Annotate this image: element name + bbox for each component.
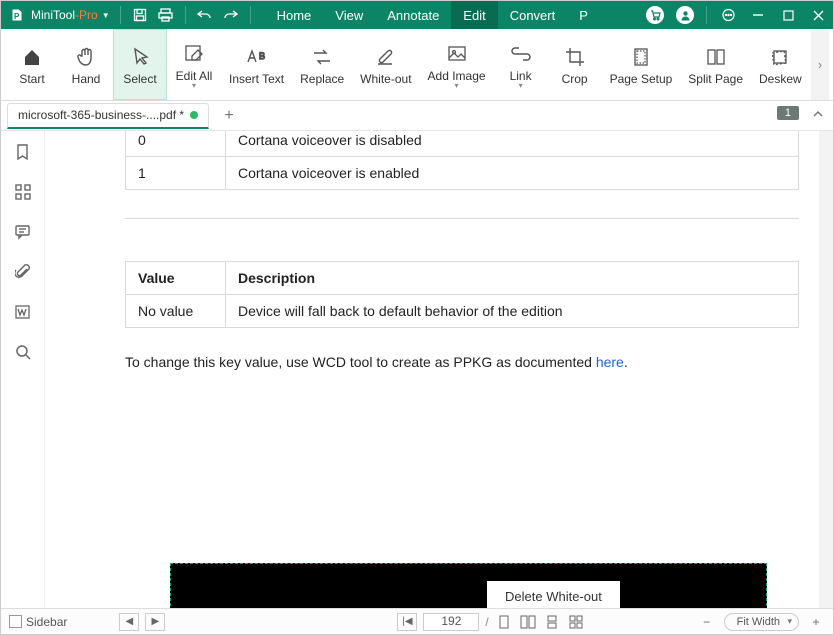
- tool-edit-all[interactable]: Edit All▾: [167, 29, 221, 100]
- here-link[interactable]: here: [596, 354, 624, 370]
- svg-text:P: P: [14, 12, 20, 21]
- brand-dropdown-icon[interactable]: ▼: [102, 11, 110, 20]
- zoom-select[interactable]: Fit Width: [724, 613, 799, 631]
- bookmarks-icon[interactable]: [12, 141, 34, 163]
- home-icon: [22, 44, 42, 70]
- undo-icon[interactable]: [192, 1, 218, 29]
- whiteout-box[interactable]: [170, 563, 767, 608]
- menu-edit[interactable]: Edit: [451, 1, 497, 29]
- save-icon[interactable]: [127, 1, 153, 29]
- view-facing-icon[interactable]: [519, 613, 537, 631]
- tool-crop[interactable]: Crop: [548, 29, 602, 100]
- image-icon: [447, 41, 467, 67]
- svg-text:B: B: [259, 51, 265, 61]
- first-page-button[interactable]: |◀: [397, 613, 417, 631]
- page-badge: 1: [777, 106, 799, 120]
- right-scroll-strip[interactable]: [819, 131, 833, 608]
- redo-icon[interactable]: [218, 1, 244, 29]
- chat-icon[interactable]: [713, 1, 743, 29]
- close-button[interactable]: [803, 1, 833, 29]
- tool-replace[interactable]: Replace: [292, 29, 352, 100]
- app-brand: MiniTool-Pro: [31, 8, 98, 22]
- document-content: 0Cortana voiceover is disabled 1Cortana …: [125, 131, 799, 373]
- view-continuous-icon[interactable]: [543, 613, 561, 631]
- zoom-out-button[interactable]: −: [698, 613, 716, 631]
- link-icon: [510, 41, 532, 67]
- work-area: 0Cortana voiceover is disabled 1Cortana …: [1, 131, 833, 608]
- title-bar: P MiniTool-Pro ▼ Home View Annotate Edit…: [1, 1, 833, 29]
- thumbnails-icon[interactable]: [12, 181, 34, 203]
- search-icon[interactable]: [12, 341, 34, 363]
- view-single-icon[interactable]: [495, 613, 513, 631]
- menu-annotate[interactable]: Annotate: [375, 1, 451, 29]
- menu-convert[interactable]: Convert: [498, 1, 568, 29]
- cart-button[interactable]: [640, 1, 670, 29]
- modified-dot-icon: [190, 111, 198, 119]
- page-setup-icon: [632, 44, 650, 70]
- deskew-icon: [770, 44, 790, 70]
- tool-link[interactable]: Link▾: [494, 29, 548, 100]
- insert-text-icon: B: [245, 44, 269, 70]
- word-export-icon[interactable]: [12, 301, 34, 323]
- paragraph: To change this key value, use WCD tool t…: [125, 352, 799, 373]
- minimize-button[interactable]: [743, 1, 773, 29]
- split-page-icon: [706, 44, 726, 70]
- page-number-input[interactable]: 192: [423, 613, 479, 631]
- tool-split-page[interactable]: Split Page: [680, 29, 751, 100]
- main-menu: Home View Annotate Edit Convert P: [265, 1, 600, 29]
- sidebar-toggle[interactable]: Sidebar: [9, 615, 67, 629]
- tool-deskew[interactable]: Deskew: [751, 29, 810, 100]
- side-panel: [1, 131, 45, 608]
- tool-start[interactable]: Start: [5, 29, 59, 100]
- edit-all-icon: [184, 41, 204, 67]
- replace-icon: [311, 44, 333, 70]
- next-page-button[interactable]: ▶: [145, 613, 165, 631]
- tool-whiteout[interactable]: White-out: [352, 29, 419, 100]
- collapse-ribbon-icon[interactable]: [811, 107, 825, 121]
- prev-page-button[interactable]: ◀: [119, 613, 139, 631]
- context-menu-delete-whiteout[interactable]: Delete White-out: [487, 581, 620, 608]
- ribbon-toolbar: Start Hand Select Edit All▾ BInsert Text…: [1, 29, 833, 101]
- tab-title: microsoft-365-business-....pdf *: [18, 108, 184, 122]
- page-view[interactable]: 0Cortana voiceover is disabled 1Cortana …: [45, 131, 819, 608]
- tool-select[interactable]: Select: [113, 29, 167, 100]
- add-tab-button[interactable]: +: [217, 104, 241, 128]
- status-bar: Sidebar ◀ ▶ |◀ 192 / − Fit Width +: [1, 608, 833, 634]
- tool-hand[interactable]: Hand: [59, 29, 113, 100]
- table-value: ValueDescription No valueDevice will fal…: [125, 261, 799, 328]
- document-tab[interactable]: microsoft-365-business-....pdf *: [7, 103, 209, 129]
- comments-icon[interactable]: [12, 221, 34, 243]
- eraser-icon: [375, 44, 397, 70]
- document-tabs: microsoft-365-business-....pdf * + 1: [1, 101, 833, 131]
- menu-view[interactable]: View: [323, 1, 375, 29]
- zoom-in-button[interactable]: +: [807, 613, 825, 631]
- menu-home[interactable]: Home: [265, 1, 324, 29]
- attachments-icon[interactable]: [12, 261, 34, 283]
- app-logo-icon: P: [5, 1, 29, 29]
- maximize-button[interactable]: [773, 1, 803, 29]
- account-button[interactable]: [670, 1, 700, 29]
- tool-insert-text[interactable]: BInsert Text: [221, 29, 292, 100]
- menu-more[interactable]: P: [567, 1, 600, 29]
- hand-icon: [76, 44, 96, 70]
- cursor-icon: [131, 44, 149, 70]
- print-icon[interactable]: [153, 1, 179, 29]
- view-grid-icon[interactable]: [567, 613, 585, 631]
- tool-page-setup[interactable]: Page Setup: [602, 29, 681, 100]
- crop-icon: [565, 44, 585, 70]
- tool-add-image[interactable]: Add Image▾: [420, 29, 494, 100]
- ribbon-scroll-right[interactable]: ›: [811, 29, 829, 100]
- table-top: 0Cortana voiceover is disabled 1Cortana …: [125, 131, 799, 190]
